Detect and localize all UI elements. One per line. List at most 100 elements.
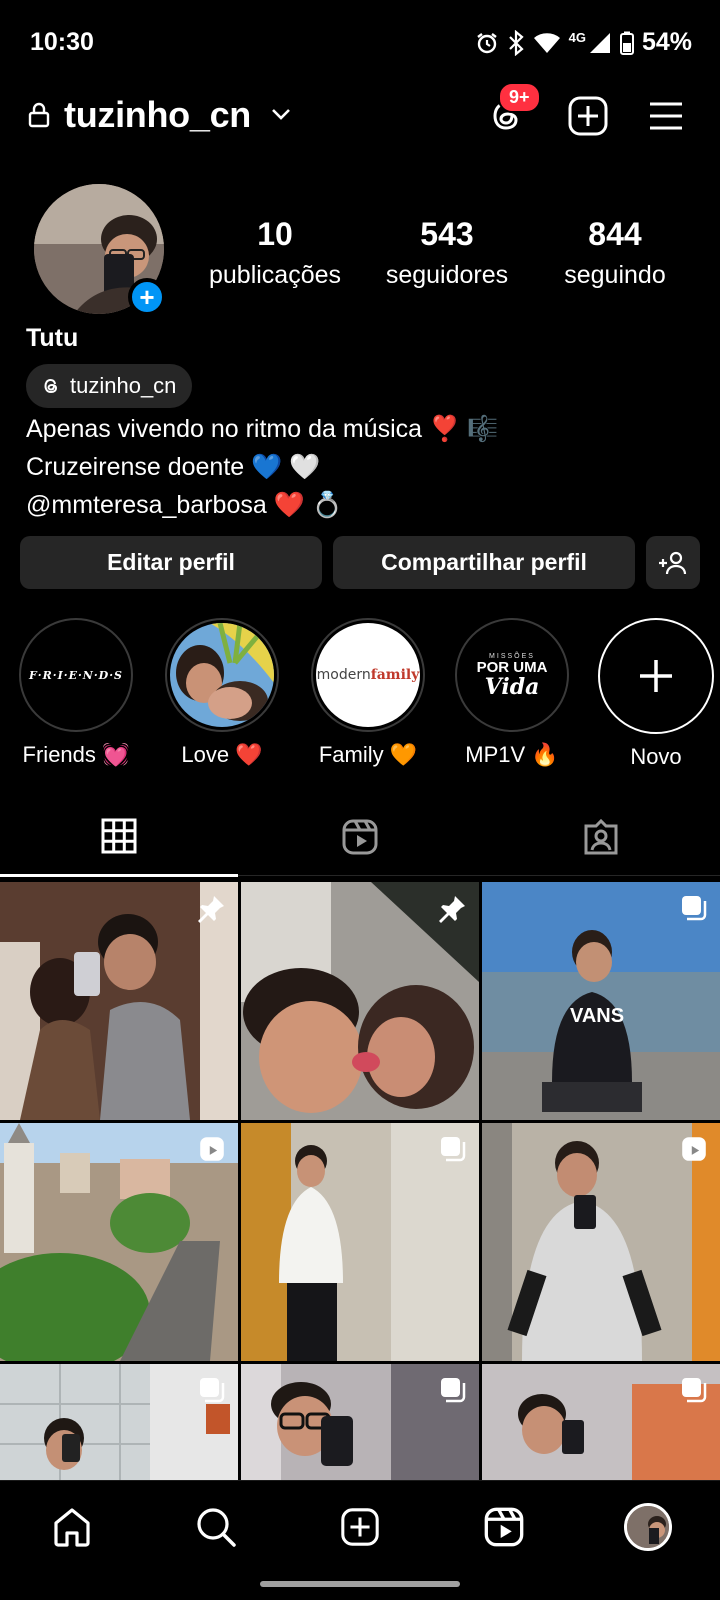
status-time: 10:30: [30, 28, 94, 56]
nav-profile[interactable]: [622, 1501, 674, 1553]
highlight-label: Family: [318, 742, 384, 767]
modern-family-logo: modern: [316, 667, 371, 683]
add-person-icon: [659, 551, 687, 574]
username-switcher[interactable]: tuzinho_cn: [64, 94, 251, 136]
highlight-mp1v[interactable]: MISSÕES POR UMA Vida MP1V 🔥: [452, 618, 572, 768]
followers-label: seguidores: [385, 261, 509, 289]
music-score-emoji: 🎼: [467, 414, 499, 443]
reels-icon: [484, 1507, 524, 1547]
add-story-button[interactable]: +: [128, 278, 166, 316]
grid-post[interactable]: [0, 882, 238, 1120]
following-count: 844: [588, 216, 642, 252]
pin-icon: [439, 896, 465, 923]
nav-create[interactable]: [334, 1501, 386, 1553]
carousel-icon: [441, 1378, 466, 1403]
highlight-label: Novo: [630, 744, 682, 769]
reel-icon: [682, 1137, 706, 1161]
wifi-icon: [533, 32, 560, 53]
grid-post[interactable]: [0, 1123, 238, 1361]
blue-heart-emoji: 💙: [251, 452, 283, 481]
highlight-cover: [170, 623, 274, 727]
battery-icon: [619, 31, 634, 55]
bio-line-1: Apenas vivendo no ritmo da música ❣️ 🎼: [26, 410, 498, 448]
home-icon: [54, 1508, 90, 1547]
svg-text:VANS: VANS: [570, 1005, 624, 1027]
tagged-icon: [584, 818, 618, 855]
display-name: Tutu: [26, 324, 79, 352]
following-label: seguindo: [564, 261, 666, 289]
bluetooth-icon: [508, 29, 524, 56]
threads-profile-chip[interactable]: tuzinho_cn: [26, 364, 193, 408]
plus-square-icon: [341, 1508, 379, 1546]
share-profile-button[interactable]: Compartilhar perfil: [333, 536, 635, 589]
carousel-icon: [682, 896, 707, 921]
tab-posts-grid[interactable]: [0, 810, 238, 877]
friends-logo: F·R·I·E·N·D·S: [29, 668, 123, 682]
highlight-new[interactable]: Novo: [596, 618, 716, 770]
ring-emoji: 💍: [311, 490, 343, 519]
red-heart-emoji: ❤️: [235, 743, 263, 768]
orange-heart-emoji: 🧡: [389, 743, 418, 768]
tab-tagged[interactable]: [482, 810, 720, 876]
grid-post[interactable]: [482, 1123, 720, 1361]
highlight-friends[interactable]: F·R·I·E·N·D·S Friends 💓: [16, 618, 136, 768]
plus-icon: [640, 660, 672, 692]
network-type: 4G: [568, 30, 586, 45]
grid-post[interactable]: [482, 1364, 720, 1480]
modern-family-logo-b: family: [370, 667, 420, 683]
posts-stat[interactable]: 10 publicações: [200, 216, 350, 290]
nav-home[interactable]: [46, 1501, 98, 1553]
mention-link[interactable]: @mmteresa_barbosa: [26, 491, 267, 519]
mp1v-logo-line3: Vida: [484, 673, 540, 700]
status-icons: 4G 54%: [475, 28, 692, 57]
carousel-icon: [441, 1137, 466, 1162]
edit-profile-button[interactable]: Editar perfil: [20, 536, 322, 589]
grid-post[interactable]: [241, 1123, 479, 1361]
grid-post[interactable]: [241, 882, 479, 1120]
alarm-icon: [476, 32, 497, 53]
status-bar: 10:30 4G 54%: [0, 0, 720, 84]
bio-line-3[interactable]: @mmteresa_barbosa ❤️ 💍: [26, 486, 498, 524]
highlight-label: Love: [181, 742, 230, 767]
beating-heart-emoji: 💓: [102, 743, 130, 768]
followers-count: 543: [420, 216, 474, 252]
grid-post[interactable]: VANS: [482, 882, 720, 1120]
grid-icon: [101, 818, 137, 854]
home-indicator: [260, 1581, 460, 1587]
reel-icon: [200, 1137, 224, 1161]
plus-square-icon: [568, 96, 608, 136]
reels-icon: [342, 819, 378, 855]
lock-icon: [28, 102, 50, 128]
highlight-love[interactable]: Love ❤️: [162, 618, 282, 768]
carousel-icon: [200, 1378, 225, 1403]
bio-line-2: Cruzeirense doente 💙 🤍: [26, 448, 498, 486]
pin-icon: [198, 896, 224, 923]
grid-post[interactable]: [0, 1364, 238, 1480]
bottom-navigation: [0, 1480, 720, 1600]
hamburger-menu-icon: [650, 102, 682, 130]
posts-label: publicações: [208, 261, 342, 289]
nav-search[interactable]: [190, 1501, 242, 1553]
bio-text: Apenas vivendo no ritmo da música: [26, 415, 423, 443]
bio-text: Cruzeirense doente: [26, 453, 245, 481]
chevron-down-icon[interactable]: [270, 106, 292, 122]
signal-icon: [589, 32, 610, 53]
highlight-family[interactable]: modern family Family 🧡: [308, 618, 428, 768]
content-tabs: [0, 810, 720, 877]
highlight-cover: modern family: [316, 623, 420, 727]
following-stat[interactable]: 844 seguindo: [540, 216, 690, 290]
highlight-cover: MISSÕES POR UMA Vida: [460, 623, 564, 727]
search-icon: [197, 1508, 236, 1547]
menu-button[interactable]: [646, 94, 690, 138]
nav-reels[interactable]: [478, 1501, 530, 1553]
tab-reels[interactable]: [241, 810, 479, 876]
posts-grid: VANS: [0, 882, 720, 1480]
battery-percent: 54%: [641, 28, 692, 56]
discover-people-button[interactable]: [646, 536, 700, 589]
grid-post[interactable]: [241, 1364, 479, 1480]
followers-stat[interactable]: 543 seguidores: [372, 216, 522, 290]
highlight-cover: F·R·I·E·N·D·S: [24, 623, 128, 727]
create-post-button[interactable]: [566, 94, 610, 138]
red-heart-emoji: ❤️: [273, 490, 305, 519]
posts-count: 10: [257, 216, 293, 252]
